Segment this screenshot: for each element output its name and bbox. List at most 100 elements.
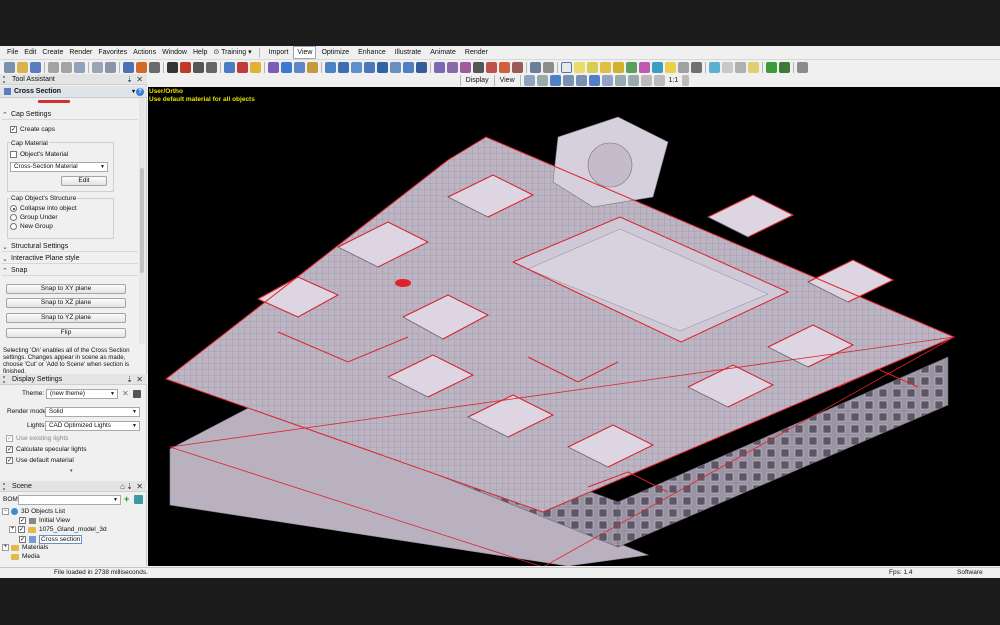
fit-icon[interactable]: [653, 75, 665, 86]
help-icon[interactable]: ?: [136, 87, 144, 96]
pin-icon[interactable]: ⇣: [126, 481, 133, 492]
cube-icon[interactable]: [325, 61, 336, 73]
3d-viewport[interactable]: User/Ortho Use default material for all …: [148, 87, 1000, 566]
panel-scrollbar[interactable]: [139, 98, 145, 344]
view-menu[interactable]: View: [497, 77, 518, 84]
pan-icon[interactable]: [562, 75, 574, 86]
orbit-icon[interactable]: [549, 75, 561, 86]
plant-icon[interactable]: [766, 61, 777, 73]
grid-icon[interactable]: [536, 75, 548, 86]
camera-icon[interactable]: [281, 61, 292, 73]
tab-import[interactable]: Import: [265, 46, 293, 59]
light-icon[interactable]: [250, 61, 261, 73]
save-theme-icon[interactable]: [133, 390, 141, 398]
home-icon[interactable]: [4, 61, 15, 73]
section-gizmo[interactable]: [395, 279, 411, 287]
menu-create[interactable]: Create: [39, 46, 66, 59]
frame-icon[interactable]: [294, 61, 305, 73]
section-toggle-indicator[interactable]: [38, 100, 70, 103]
expand-icon[interactable]: +: [2, 544, 9, 551]
visibility-checkbox[interactable]: ✓: [19, 536, 26, 543]
radio-selected-icon[interactable]: [10, 205, 17, 212]
tree-item-model[interactable]: + ✓ 1075_Gland_model_3d: [9, 526, 107, 533]
structure-option-collapse[interactable]: Collapse into object: [10, 205, 77, 212]
menu-training[interactable]: ⊙ Training ▾: [210, 46, 254, 59]
save-icon[interactable]: [30, 61, 41, 73]
wire-cube-icon[interactable]: [486, 61, 497, 73]
use-default-material-checkbox[interactable]: ✓ Use default material: [6, 457, 74, 464]
tab-optimize[interactable]: Optimize: [317, 46, 353, 59]
arrow-icon[interactable]: [779, 61, 790, 73]
pointer-icon[interactable]: [123, 61, 134, 73]
theme-dropdown[interactable]: (new theme) ▼: [46, 389, 118, 399]
structural-settings-section[interactable]: ⌄ Structural Settings: [2, 242, 138, 252]
scale-icon[interactable]: [193, 61, 204, 73]
bom-dropdown[interactable]: ▼: [18, 495, 121, 505]
list-icon[interactable]: [543, 61, 554, 73]
fly-icon[interactable]: [588, 75, 600, 86]
create-caps-check[interactable]: ✓: [10, 126, 17, 133]
menu-edit[interactable]: Edit: [21, 46, 39, 59]
snap-yz-button[interactable]: Snap to YZ plane: [6, 313, 126, 323]
menu-window[interactable]: Window: [159, 46, 190, 59]
wire-cube-icon[interactable]: [434, 61, 445, 73]
tree-item-cross-section[interactable]: ✓ Cross section: [19, 535, 83, 544]
copy-icon[interactable]: [206, 61, 217, 73]
undo-icon[interactable]: [48, 61, 59, 73]
create-caps-checkbox[interactable]: ✓ Create caps: [10, 126, 55, 133]
tab-animate[interactable]: Animate: [426, 46, 460, 59]
display-settings-expander[interactable]: ▾: [70, 468, 73, 474]
calculate-specular-checkbox[interactable]: ✓ Calculate specular lights: [6, 446, 86, 453]
pin-icon[interactable]: [735, 61, 746, 73]
cut-icon[interactable]: [149, 61, 160, 73]
refresh-icon[interactable]: [74, 61, 85, 73]
pin-icon[interactable]: ⇣: [126, 374, 133, 385]
cap-settings-section[interactable]: ⌃ Cap Settings: [2, 110, 138, 120]
grip-icon[interactable]: [3, 482, 9, 490]
bulb-icon[interactable]: [613, 61, 624, 73]
zoom-window-icon[interactable]: [627, 75, 639, 86]
interactive-plane-section[interactable]: ⌄ Interactive Plane style: [2, 254, 138, 264]
structure-option-new-group[interactable]: New Group: [10, 223, 53, 230]
shape-icon[interactable]: [268, 61, 279, 73]
cube-icon[interactable]: [338, 61, 349, 73]
visibility-checkbox[interactable]: ✓: [18, 526, 25, 533]
table-icon[interactable]: [530, 61, 541, 73]
lights-dropdown[interactable]: CAD Optimized Lights ▼: [45, 421, 140, 431]
wire-cube-icon[interactable]: [499, 61, 510, 73]
flip-button[interactable]: Flip: [6, 328, 126, 338]
redo-icon[interactable]: [61, 61, 72, 73]
scissors-icon[interactable]: [722, 61, 733, 73]
tab-view[interactable]: View: [293, 46, 317, 59]
bulb-icon[interactable]: [678, 61, 689, 73]
wire-cube-icon[interactable]: [447, 61, 458, 73]
light-bulb-icon[interactable]: [709, 61, 720, 73]
tree-item-initial-view[interactable]: ✓ Initial View: [19, 517, 70, 524]
open-icon[interactable]: [17, 61, 28, 73]
bulb-icon[interactable]: [574, 61, 585, 73]
use-existing-lights-check[interactable]: ✓: [6, 435, 13, 442]
close-icon[interactable]: ✕: [136, 374, 143, 385]
tree-item-materials[interactable]: + Materials: [2, 544, 48, 551]
scrollbar-thumb[interactable]: [140, 168, 144, 273]
bulb-icon[interactable]: [639, 61, 650, 73]
menu-file[interactable]: File: [4, 46, 21, 59]
menu-help[interactable]: Help: [190, 46, 210, 59]
objects-material-check[interactable]: [10, 151, 17, 158]
sun-icon[interactable]: [748, 61, 759, 73]
snapshot-icon[interactable]: [307, 61, 318, 73]
chevron-down-icon[interactable]: ▾: [132, 88, 135, 95]
tab-render[interactable]: Render: [461, 46, 492, 59]
display-menu[interactable]: Display: [463, 77, 492, 84]
home-icon[interactable]: ⌂: [120, 481, 125, 492]
print-icon[interactable]: [523, 75, 535, 86]
snap-section[interactable]: ⌃ Snap: [2, 266, 138, 276]
bulb-icon[interactable]: [665, 61, 676, 73]
tree-item-media[interactable]: Media: [11, 553, 40, 560]
layout-icon[interactable]: [797, 61, 808, 73]
rotate-icon[interactable]: [180, 61, 191, 73]
bulb-icon[interactable]: [587, 61, 598, 73]
cube-icon[interactable]: [403, 61, 414, 73]
zoom-icon[interactable]: [614, 75, 626, 86]
walk-icon[interactable]: [575, 75, 587, 86]
